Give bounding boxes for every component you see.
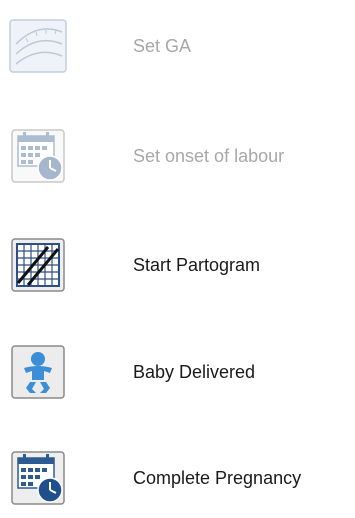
complete-pregnancy-item[interactable]: Complete Pregnancy <box>0 438 355 518</box>
start-partogram-label: Start Partogram <box>133 254 261 275</box>
ga-wheel-icon <box>9 19 67 73</box>
set-ga-item[interactable]: Set GA <box>0 6 355 86</box>
partogram-chart-icon <box>11 238 65 292</box>
calendar-clock-icon <box>11 451 65 505</box>
set-ga-label: Set GA <box>133 35 192 56</box>
baby-delivered-item[interactable]: Baby Delivered <box>0 332 355 412</box>
set-onset-of-labour-item[interactable]: Set onset of labour <box>0 116 355 196</box>
calendar-clock-icon <box>11 129 65 183</box>
baby-icon <box>11 345 65 399</box>
set-onset-of-labour-label: Set onset of labour <box>133 145 285 166</box>
baby-delivered-label: Baby Delivered <box>133 361 256 382</box>
action-menu: Set GA Set onset of labour Start Partogr… <box>0 0 355 516</box>
start-partogram-item[interactable]: Start Partogram <box>0 225 355 305</box>
complete-pregnancy-label: Complete Pregnancy <box>133 467 302 488</box>
